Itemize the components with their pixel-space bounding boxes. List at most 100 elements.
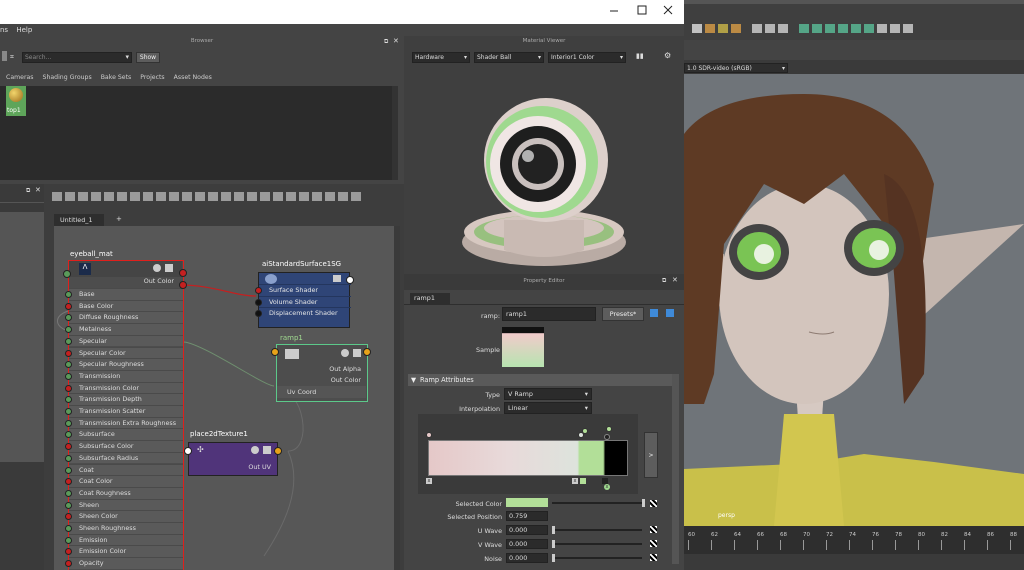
attribute-port[interactable]: [65, 291, 72, 298]
delete-handle-icon[interactable]: x: [426, 478, 432, 484]
tool-icon[interactable]: [705, 24, 715, 33]
attribute-port[interactable]: [65, 326, 72, 334]
eyeball-attribute-row[interactable]: Subsurface Radius: [65, 451, 183, 464]
eyeball-attribute-row[interactable]: Transmission Scatter: [65, 405, 183, 417]
node-input-port[interactable]: [63, 270, 71, 278]
tool-icon[interactable]: [718, 24, 728, 33]
attribute-port[interactable]: [65, 443, 72, 451]
attribute-port[interactable]: [65, 525, 72, 532]
eyeball-mat-node[interactable]: Λ Out Color Base Base Color Diffuse Roughn…: [65, 260, 184, 570]
ramp-gradient[interactable]: [428, 440, 628, 476]
eyeball-attribute-row[interactable]: Specular: [65, 334, 183, 347]
attribute-port[interactable]: [65, 478, 72, 486]
menu-item-ns[interactable]: ns: [0, 26, 8, 34]
eyeball-attribute-row[interactable]: Sheen Roughness: [65, 522, 183, 534]
out-color-port[interactable]: [179, 281, 187, 289]
panel-icon[interactable]: [2, 51, 7, 61]
tool-icon[interactable]: [864, 24, 875, 33]
attribute-port[interactable]: [65, 384, 72, 392]
color-handle[interactable]: [606, 426, 612, 432]
eyeball-attribute-row[interactable]: Coat Color: [65, 475, 183, 487]
sg-output-port[interactable]: [346, 276, 354, 284]
eyeball-attribute-row[interactable]: Sheen: [65, 498, 183, 511]
eyeball-attribute-row[interactable]: Transmission Color: [65, 381, 183, 394]
tool-icon[interactable]: [877, 24, 888, 33]
menu-item-help[interactable]: Help: [16, 26, 32, 34]
node-editor-tool-icon[interactable]: [273, 192, 283, 201]
node-editor-tool-icon[interactable]: [351, 192, 361, 201]
eyeball-attribute-row[interactable]: Base Color: [65, 299, 183, 312]
attribute-port[interactable]: [65, 466, 72, 474]
node-editor-tool-icon[interactable]: [195, 192, 205, 201]
eyeball-attribute-row[interactable]: Diffuse Roughness: [65, 311, 183, 324]
slider-handle[interactable]: [642, 499, 645, 507]
color-handle-selected[interactable]: [582, 428, 588, 434]
tool-icon[interactable]: [838, 24, 849, 33]
node-editor-tool-icon[interactable]: [299, 192, 309, 201]
tool-icon[interactable]: [692, 24, 702, 33]
shape-dropdown[interactable]: Shader Ball ▾: [474, 52, 544, 63]
ramp-name-input[interactable]: ramp1: [502, 307, 596, 321]
close-icon[interactable]: ✕: [672, 276, 678, 284]
place2d-input-port[interactable]: [184, 447, 192, 455]
noise-input[interactable]: 0.000: [506, 553, 548, 563]
attribute-port[interactable]: [65, 408, 72, 415]
slider-handle[interactable]: [552, 540, 555, 548]
delete-handle-icon[interactable]: x: [604, 484, 610, 490]
browser-tab[interactable]: Projects: [140, 74, 164, 81]
node-editor-tool-icon[interactable]: [208, 192, 218, 201]
attribute-port[interactable]: [65, 513, 72, 521]
slider-handle[interactable]: [552, 526, 555, 534]
node-editor-tool-icon[interactable]: [78, 192, 88, 201]
node-editor-tool-icon[interactable]: [117, 192, 127, 201]
ramp-input-port[interactable]: [271, 348, 279, 356]
browser-tab[interactable]: Asset Nodes: [174, 74, 212, 81]
node-editor-tool-icon[interactable]: [130, 192, 140, 201]
node-editor-tool-icon[interactable]: [338, 192, 348, 201]
node-editor-tool-icon[interactable]: [91, 192, 101, 201]
selected-color-slider[interactable]: [552, 502, 642, 504]
noise-slider[interactable]: [552, 557, 642, 559]
u-wave-input[interactable]: 0.000: [506, 525, 548, 535]
attribute-port[interactable]: [65, 548, 72, 556]
ramp-node[interactable]: Out Alpha Out Color Uv Coord: [276, 344, 368, 402]
filter-icon[interactable]: ⌗: [10, 53, 14, 62]
renderer-dropdown[interactable]: Hardware ▾: [412, 52, 470, 63]
type-dropdown[interactable]: V Ramp ▾: [504, 388, 592, 400]
map-button-icon[interactable]: [650, 500, 657, 507]
v-wave-slider[interactable]: [552, 543, 642, 545]
swap-icon[interactable]: [666, 309, 674, 317]
close-icon[interactable]: ✕: [35, 186, 41, 194]
attribute-port[interactable]: [255, 298, 262, 306]
attribute-port[interactable]: [65, 337, 72, 345]
tool-icon[interactable]: [765, 24, 776, 33]
tab-untitled[interactable]: Untitled_1: [54, 214, 104, 226]
graph-canvas[interactable]: eyeball_mat Λ Out Color Base Base Color Di…: [54, 226, 400, 570]
list-icon[interactable]: [165, 264, 173, 272]
node-editor-tool-icon[interactable]: [247, 192, 257, 201]
attribute-port[interactable]: [65, 314, 72, 322]
node-editor-tool-icon[interactable]: [221, 192, 231, 201]
map-button-icon[interactable]: [650, 540, 657, 547]
float-icon[interactable]: ⧉: [26, 187, 30, 195]
sg-attribute-row[interactable]: Surface Shader: [255, 284, 351, 295]
tool-icon[interactable]: [731, 24, 741, 33]
list-icon[interactable]: [333, 275, 341, 282]
tool-icon[interactable]: [812, 24, 823, 33]
attribute-port[interactable]: [65, 536, 72, 544]
u-wave-slider[interactable]: [552, 529, 642, 531]
eyeball-attribute-row[interactable]: Opacity: [65, 557, 183, 569]
attribute-port[interactable]: [255, 287, 262, 294]
selected-color-swatch[interactable]: [506, 498, 548, 507]
color-handle[interactable]: [426, 432, 432, 438]
attribute-port[interactable]: [65, 560, 72, 568]
list-icon[interactable]: [263, 446, 271, 454]
attribute-port[interactable]: [65, 454, 72, 462]
swatch-icon[interactable]: [251, 446, 259, 454]
attribute-port[interactable]: [65, 372, 72, 380]
color-handle[interactable]: [604, 434, 610, 440]
eyeball-attribute-row[interactable]: Coat: [65, 463, 183, 476]
pin-icon[interactable]: [650, 309, 658, 317]
maximize-icon[interactable]: [636, 4, 648, 16]
float-icon[interactable]: ⧉: [662, 277, 666, 285]
